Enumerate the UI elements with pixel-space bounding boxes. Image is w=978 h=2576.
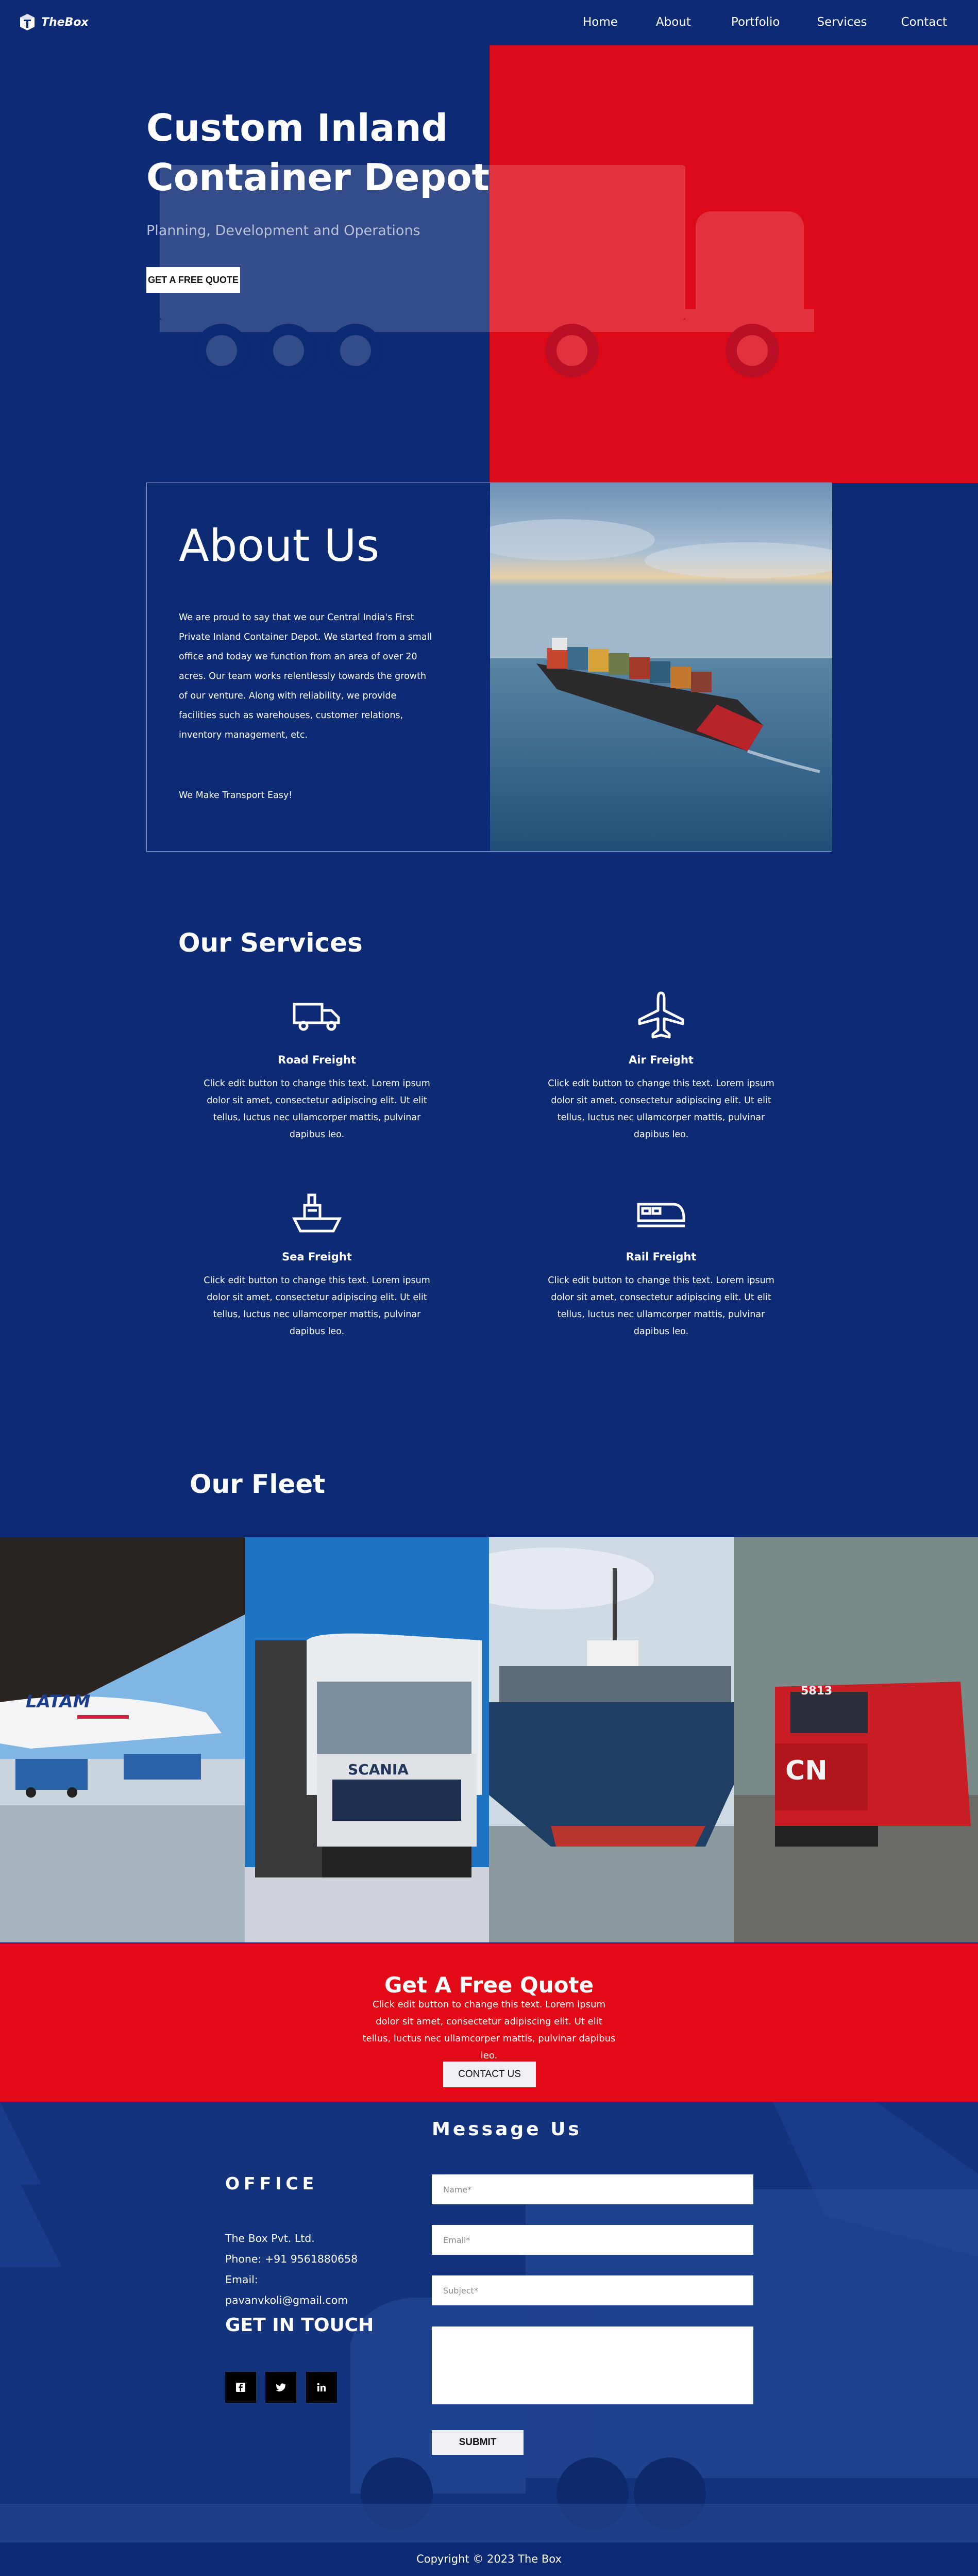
nav-contact[interactable]: Contact xyxy=(901,15,947,29)
name-field[interactable] xyxy=(432,2174,753,2204)
service-rail-freight: Rail Freight Click edit button to change… xyxy=(548,1187,774,1340)
office-phone-email: Phone: +91 9561880658 Email: xyxy=(225,2253,358,2286)
contact-us-button[interactable]: CONTACT US xyxy=(443,2062,536,2087)
office-title: OFFICE xyxy=(225,2173,318,2193)
services-title: Our Services xyxy=(178,928,363,958)
about-section: About Us We are proud to say that we our… xyxy=(146,483,832,852)
service-air-freight: Air Freight Click edit button to change … xyxy=(548,990,774,1143)
get-in-touch-title: GET IN TOUCH xyxy=(225,2315,374,2336)
service-name: Road Freight xyxy=(278,1054,356,1066)
train-icon xyxy=(637,1203,685,1227)
container-ship-photo xyxy=(490,483,832,851)
twitter-icon xyxy=(276,2383,286,2391)
free-quote-button[interactable]: GET A FREE QUOTE xyxy=(146,267,240,293)
airline-text: LATAM xyxy=(26,1691,91,1712)
subject-field[interactable] xyxy=(432,2275,753,2305)
nav-services[interactable]: Services xyxy=(817,15,867,29)
cube-icon xyxy=(20,14,35,30)
company-name: The Box Pvt. Ltd. xyxy=(225,2232,315,2245)
main-menu: Home About Portfolio Services Contact xyxy=(583,15,947,29)
service-text: Click edit button to change this text. L… xyxy=(204,1078,430,1140)
airplane-photo: LATAM xyxy=(0,1537,245,1942)
service-text: Click edit button to change this text. L… xyxy=(548,1275,774,1337)
office-info: The Box Pvt. Ltd. Phone: +91 9561880658 … xyxy=(225,2228,390,2311)
email-field[interactable] xyxy=(432,2225,753,2255)
truck-photo: SCANIA xyxy=(244,1537,489,1942)
about-title: About Us xyxy=(179,520,380,572)
about-paragraph: We are proud to say that we our Central … xyxy=(179,612,432,740)
cargo-ship-photo xyxy=(489,1537,734,1942)
truck-text: SCANIA xyxy=(348,1761,409,1778)
hero-section: Custom Inland Container Depot Planning, … xyxy=(0,0,978,483)
nav-home[interactable]: Home xyxy=(583,15,618,29)
quote-title: Get A Free Quote xyxy=(384,1972,594,1998)
twitter-button[interactable] xyxy=(265,2372,296,2403)
submit-button[interactable]: SUBMIT xyxy=(432,2430,524,2455)
service-sea-freight: Sea Freight Click edit button to change … xyxy=(204,1187,430,1340)
service-road-freight: Road Freight Click edit button to change… xyxy=(204,990,430,1143)
fleet-gallery: LATAM SCANIA CN 5813 xyxy=(0,1537,978,1942)
linkedin-icon xyxy=(317,2383,326,2391)
fleet-title: Our Fleet xyxy=(190,1469,326,1499)
truck-background xyxy=(0,2102,978,2542)
message-field[interactable] xyxy=(432,2326,753,2404)
linkedin-button[interactable] xyxy=(306,2372,337,2403)
nav-about[interactable]: About xyxy=(656,15,691,29)
truck-icon xyxy=(293,1003,340,1031)
service-name: Sea Freight xyxy=(282,1251,352,1263)
locomotive-photo: CN 5813 xyxy=(733,1537,978,1942)
train-logo: CN xyxy=(785,1755,828,1786)
hero-subtitle: Planning, Development and Operations xyxy=(146,223,420,239)
hero-title: Custom Inland Container Depot xyxy=(146,106,490,199)
service-name: Rail Freight xyxy=(626,1251,697,1263)
ship-icon xyxy=(292,1193,342,1233)
message-us-title: Message Us xyxy=(432,2119,582,2140)
facebook-button[interactable] xyxy=(225,2372,256,2403)
contact-section xyxy=(0,2102,978,2542)
footer: Copyright © 2023 The Box xyxy=(0,2542,978,2576)
top-nav: TheBox Home About Portfolio Services Con… xyxy=(0,0,978,45)
plane-icon xyxy=(638,991,684,1039)
brand-name: TheBox xyxy=(41,15,89,29)
facebook-icon xyxy=(236,2383,245,2392)
copyright-text: Copyright © 2023 The Box xyxy=(416,2553,562,2565)
about-tagline: We Make Transport Easy! xyxy=(179,790,293,801)
office-email[interactable]: pavanvkoli@gmail.com xyxy=(225,2290,390,2311)
nav-portfolio[interactable]: Portfolio xyxy=(731,15,780,29)
brand-logo[interactable]: TheBox xyxy=(20,13,89,31)
service-name: Air Freight xyxy=(629,1054,694,1066)
service-text: Click edit button to change this text. L… xyxy=(548,1078,774,1140)
quote-text: Click edit button to change this text. L… xyxy=(362,1999,616,2061)
train-number: 5813 xyxy=(801,1685,832,1698)
service-text: Click edit button to change this text. L… xyxy=(204,1275,430,1337)
